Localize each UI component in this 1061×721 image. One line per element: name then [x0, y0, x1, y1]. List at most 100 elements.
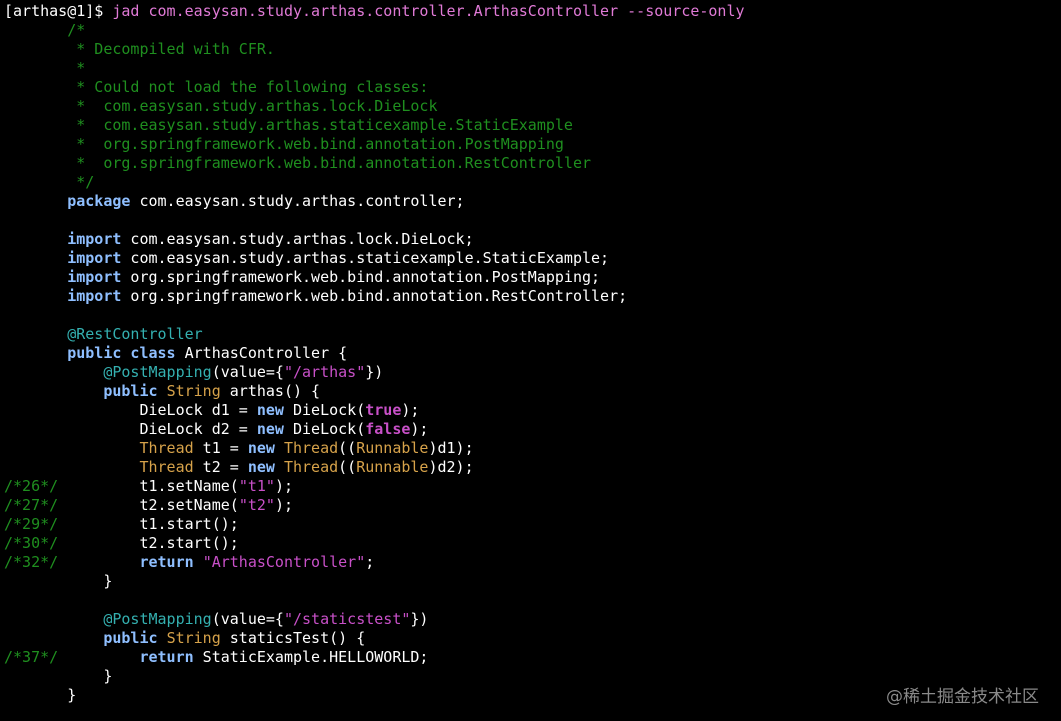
- code-line: /*37*/ return StaticExample.HELLOWORLD;: [4, 648, 1061, 667]
- code-token: com.easysan.study.arthas.staticexample.S…: [121, 249, 610, 267]
- code-token: */: [4, 173, 95, 191]
- code-line: /*26*/ t1.setName("t1");: [4, 477, 1061, 496]
- code-token: *: [4, 59, 86, 77]
- code-token: * com.easysan.study.arthas.lock.DieLock: [4, 97, 438, 115]
- code-token: com.easysan.study.arthas.lock.DieLock;: [121, 230, 474, 248]
- code-line: * com.easysan.study.arthas.staticexample…: [4, 116, 1061, 135]
- code-token: ((: [338, 458, 357, 476]
- line-number: /*37*/: [4, 648, 59, 666]
- code-token: new: [247, 458, 275, 476]
- code-token: com.easysan.study.arthas.controller;: [130, 192, 465, 210]
- code-token: staticsTest() {: [220, 629, 366, 647]
- code-line: Thread t2 = new Thread((Runnable)d2);: [4, 458, 1061, 477]
- line-number: /*32*/: [4, 553, 59, 571]
- code-token: );: [401, 401, 420, 419]
- code-line: DieLock d2 = new DieLock(false);: [4, 420, 1061, 439]
- code-line: public String staticsTest() {: [4, 629, 1061, 648]
- code-token: "ArthasController": [202, 553, 366, 571]
- code-token: public: [103, 629, 158, 647]
- code-line: public class ArthasController {: [4, 344, 1061, 363]
- code-token: )d1);: [428, 439, 474, 457]
- code-token: }): [365, 363, 384, 381]
- code-line: package com.easysan.study.arthas.control…: [4, 192, 1061, 211]
- code-token: t2.setName(: [58, 496, 239, 514]
- code-line: import com.easysan.study.arthas.staticex…: [4, 249, 1061, 268]
- code-token: * org.springframework.web.bind.annotatio…: [4, 154, 591, 172]
- code-token: );: [274, 477, 293, 495]
- code-token: }): [410, 610, 429, 628]
- code-line: /*27*/ t2.setName("t2");: [4, 496, 1061, 515]
- code-line: import com.easysan.study.arthas.lock.Die…: [4, 230, 1061, 249]
- line-number: /*27*/: [4, 496, 59, 514]
- code-token: ;: [365, 553, 375, 571]
- code-token: Thread: [139, 458, 194, 476]
- line-number: /*30*/: [4, 534, 59, 552]
- code-line: *: [4, 59, 1061, 78]
- code-token: }: [4, 686, 77, 704]
- code-line: Thread t1 = new Thread((Runnable)d1);: [4, 439, 1061, 458]
- watermark: @稀土掘金技术社区: [886, 687, 1039, 707]
- code-token: "t2": [238, 496, 275, 514]
- code-token: "t1": [238, 477, 275, 495]
- code-token: ((: [338, 439, 357, 457]
- line-number: /*26*/: [4, 477, 59, 495]
- code-token: Thread: [283, 439, 339, 457]
- code-token: /*: [4, 21, 86, 39]
- code-token: DieLock d1 =: [4, 401, 257, 419]
- code-token: * com.easysan.study.arthas.staticexample…: [4, 116, 573, 134]
- code-token: true: [365, 401, 402, 419]
- code-token: Thread: [283, 458, 339, 476]
- code-line: @PostMapping(value={"/arthas"}): [4, 363, 1061, 382]
- code-token: import: [67, 230, 122, 248]
- code-token: t2 =: [193, 458, 248, 476]
- code-token: org.springframework.web.bind.annotation.…: [121, 268, 601, 286]
- code-token: Runnable: [356, 439, 429, 457]
- code-token: false: [365, 420, 411, 438]
- code-token: (value={: [211, 363, 284, 381]
- code-token: )d2);: [428, 458, 474, 476]
- code-token: Thread: [139, 439, 194, 457]
- code-line: @PostMapping(value={"/staticstest"}): [4, 610, 1061, 629]
- code-token: package: [67, 192, 131, 210]
- terminal-output[interactable]: [arthas@1]$ jad com.easysan.study.arthas…: [4, 2, 1061, 705]
- code-token: @RestController: [67, 325, 203, 343]
- code-token: "/staticstest": [283, 610, 411, 628]
- code-token: public: [103, 382, 158, 400]
- code-token: return: [139, 553, 194, 571]
- code-line: /*30*/ t2.start();: [4, 534, 1061, 553]
- code-line: /*29*/ t1.start();: [4, 515, 1061, 534]
- code-token: @PostMapping: [103, 363, 212, 381]
- code-token: "/arthas": [283, 363, 366, 381]
- command-line: [arthas@1]$ jad com.easysan.study.arthas…: [4, 2, 1061, 21]
- code-token: t2.start();: [58, 534, 239, 552]
- code-line: }: [4, 572, 1061, 591]
- code-line: * org.springframework.web.bind.annotatio…: [4, 154, 1061, 173]
- code-line: DieLock d1 = new DieLock(true);: [4, 401, 1061, 420]
- code-token: new: [256, 401, 284, 419]
- code-token: t1.setName(: [58, 477, 239, 495]
- code-line: public String arthas() {: [4, 382, 1061, 401]
- code-line: * com.easysan.study.arthas.lock.DieLock: [4, 97, 1061, 116]
- code-token: (value={: [211, 610, 284, 628]
- code-token: * Decompiled with CFR.: [4, 40, 275, 58]
- code-line: import org.springframework.web.bind.anno…: [4, 287, 1061, 306]
- code-line: /*: [4, 21, 1061, 40]
- code-token: DieLock(: [283, 420, 366, 438]
- code-token: StaticExample.HELLOWORLD;: [193, 648, 429, 666]
